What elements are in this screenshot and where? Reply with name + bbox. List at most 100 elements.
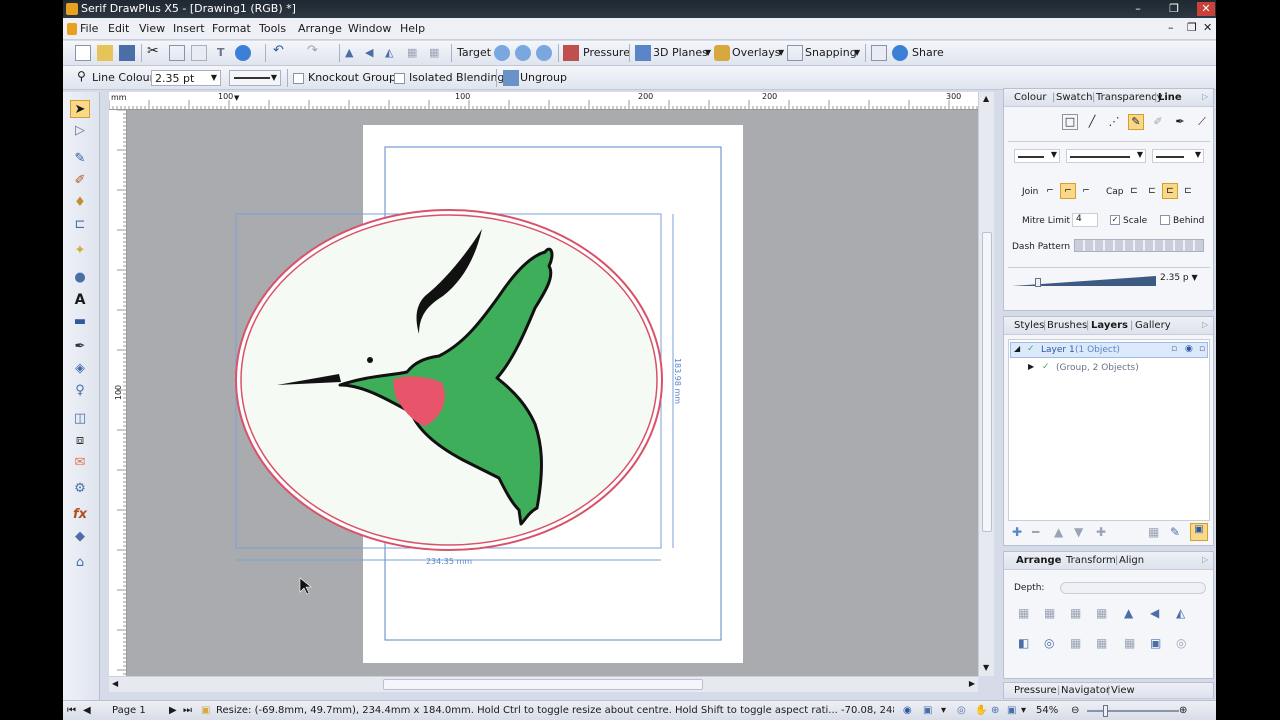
no-line-icon[interactable]: □ <box>1062 114 1078 130</box>
stamp-tool-icon[interactable]: ⌂ <box>70 554 90 572</box>
line-width-readout[interactable]: 2.35 p ▼ <box>1160 273 1208 287</box>
layer-down-icon[interactable]: ▼ <box>1074 525 1083 539</box>
flip-icon[interactable]: ◀ <box>365 46 373 59</box>
layer-merge-icon[interactable]: ▦ <box>1148 525 1159 539</box>
line-width-field[interactable]: 2.35 pt ▼ <box>151 70 221 86</box>
effects-tool-icon[interactable]: fx <box>70 506 90 524</box>
tab-transparency[interactable]: Transparency <box>1096 92 1163 103</box>
zoom-in-icon[interactable]: ⊕ <box>1179 705 1187 716</box>
share-icon[interactable] <box>892 45 908 61</box>
pointer-tool-icon[interactable]: ➤ <box>70 100 90 118</box>
bring-to-front-icon[interactable]: ▦ <box>1018 606 1029 620</box>
layer-visibility-icon[interactable]: ◉ <box>1185 344 1193 354</box>
tab-brushes[interactable]: Brushes <box>1047 320 1087 331</box>
doc-close-button[interactable]: ✕ <box>1203 21 1212 34</box>
line-width-slider[interactable] <box>1012 275 1156 287</box>
tab-swatch[interactable]: Swatch <box>1056 92 1092 103</box>
target-label[interactable]: Target <box>457 46 491 59</box>
menu-arrange[interactable]: Arrange <box>298 22 342 35</box>
connector-tool-icon[interactable]: ⊏ <box>70 216 90 234</box>
paste-icon[interactable] <box>191 45 207 61</box>
panel-collapse-icon[interactable]: ▷ <box>1202 555 1208 564</box>
overlays-icon[interactable] <box>714 45 730 61</box>
layer-options-icon[interactable]: ✎ <box>1170 525 1180 539</box>
isolated-blending-checkbox[interactable] <box>394 73 405 84</box>
tab-styles[interactable]: Styles <box>1014 320 1044 331</box>
add-layer-icon[interactable]: ✚ <box>1012 525 1022 539</box>
rotate-icon[interactable]: ◭ <box>385 46 393 59</box>
cap-square-icon[interactable]: ⊏ <box>1162 183 1178 199</box>
eyedropper-tool-icon[interactable]: ✒ <box>70 338 90 356</box>
share-button[interactable]: Share <box>912 46 944 59</box>
collapse-layer-icon[interactable]: ◢ <box>1014 344 1020 353</box>
last-page-icon[interactable]: ⏭ <box>183 705 192 716</box>
fill-tool-icon[interactable]: ◈ <box>70 360 90 378</box>
envelope-tool-icon[interactable]: ✉ <box>70 454 90 472</box>
horizontal-scrollbar[interactable]: ◀ ▶ <box>109 676 978 692</box>
menu-edit[interactable]: Edit <box>108 22 129 35</box>
layer-up-icon[interactable]: ▲ <box>1054 525 1063 539</box>
pressure-icon[interactable] <box>563 45 579 61</box>
zoom-menu-icon[interactable]: ▾ <box>1021 705 1026 716</box>
snapping-icon[interactable] <box>787 45 803 61</box>
brush-line-icon[interactable]: ✐ <box>1150 114 1166 130</box>
menu-tools[interactable]: Tools <box>259 22 286 35</box>
undo-icon[interactable]: ↶ <box>273 43 284 58</box>
ungroup-icon[interactable] <box>503 70 519 86</box>
zoom-slider[interactable] <box>1087 705 1179 717</box>
dash-pattern-bar[interactable] <box>1074 239 1204 252</box>
expand-group-icon[interactable]: ▶ <box>1028 362 1034 371</box>
vertical-scrollbar[interactable]: ▲ ▼ <box>978 92 994 676</box>
cap-round-icon[interactable]: ⊏ <box>1144 183 1160 199</box>
menu-format[interactable]: Format <box>212 22 251 35</box>
tab-line[interactable]: Line <box>1158 92 1182 103</box>
target-icon-3[interactable] <box>536 45 552 61</box>
flip-horizontal-icon[interactable]: ◀ <box>1150 606 1159 620</box>
crop-tool-icon[interactable]: ◫ <box>70 410 90 428</box>
planes-button[interactable]: 3D Planes <box>653 46 708 59</box>
close-button[interactable]: ✕ <box>1197 2 1215 16</box>
actual-size-icon[interactable]: ▣ <box>1007 705 1016 716</box>
menu-help[interactable]: Help <box>400 22 425 35</box>
overlays-button[interactable]: Overlays <box>732 46 781 59</box>
panel-collapse-icon[interactable]: ▷ <box>1202 92 1208 101</box>
tab-align[interactable]: Align <box>1119 555 1144 566</box>
zoom-out-icon[interactable]: ⊖ <box>1071 705 1079 716</box>
behind-checkbox[interactable] <box>1160 215 1170 225</box>
colour-icon[interactable] <box>235 45 251 61</box>
layer-view-icon[interactable]: ▣ <box>1190 523 1208 541</box>
save-icon[interactable] <box>119 45 135 61</box>
knockout-group-checkbox[interactable] <box>293 73 304 84</box>
pencil-tool-icon[interactable]: ✎ <box>70 150 90 168</box>
tab-layers[interactable]: Layers <box>1091 320 1128 331</box>
redo-icon[interactable]: ↷ <box>307 43 318 58</box>
zoom-tool-icon[interactable]: ◎ <box>957 705 966 716</box>
planes-icon[interactable] <box>635 45 651 61</box>
back-one-icon[interactable]: ▦ <box>1070 606 1081 620</box>
scale-checkbox[interactable]: ✓ <box>1110 215 1120 225</box>
minimize-button[interactable]: – <box>1129 2 1147 16</box>
doc-minimize-button[interactable]: – <box>1168 21 1174 34</box>
menu-view[interactable]: View <box>139 22 165 35</box>
table-tool-icon[interactable]: ▬ <box>70 313 90 331</box>
tab-view[interactable]: View <box>1111 685 1135 696</box>
join-miter-icon[interactable]: ⌐ <box>1042 183 1058 199</box>
group-icon[interactable]: ▦ <box>407 46 417 59</box>
view-icon[interactable]: ◉ <box>903 705 912 716</box>
flip-vertical-icon[interactable]: ▲ <box>1124 606 1133 620</box>
blend-tool-icon[interactable]: ⚙ <box>70 480 90 498</box>
layer-print-icon[interactable]: ▫ <box>1199 344 1205 354</box>
align-icon[interactable]: ▲ <box>345 46 353 59</box>
text-tool-icon[interactable]: A <box>70 291 90 309</box>
restore-button[interactable]: ❐ <box>1165 2 1183 16</box>
stroke-line-icon[interactable]: ⟋ <box>1194 114 1210 130</box>
new-icon[interactable] <box>75 45 91 61</box>
3d-tool-icon[interactable]: ◆ <box>70 528 90 546</box>
ungroup-icon[interactable]: ▣ <box>1150 636 1161 650</box>
lock-icon[interactable]: ◎ <box>1176 636 1186 650</box>
drawing-canvas[interactable]: 234.35 mm 183.98 mm <box>127 110 978 676</box>
ungroup-button[interactable]: Ungroup <box>520 71 567 84</box>
tab-navigator[interactable]: Navigator <box>1061 685 1110 696</box>
vertical-scroll-thumb[interactable] <box>982 232 992 532</box>
horizontal-scroll-thumb[interactable] <box>383 679 703 690</box>
